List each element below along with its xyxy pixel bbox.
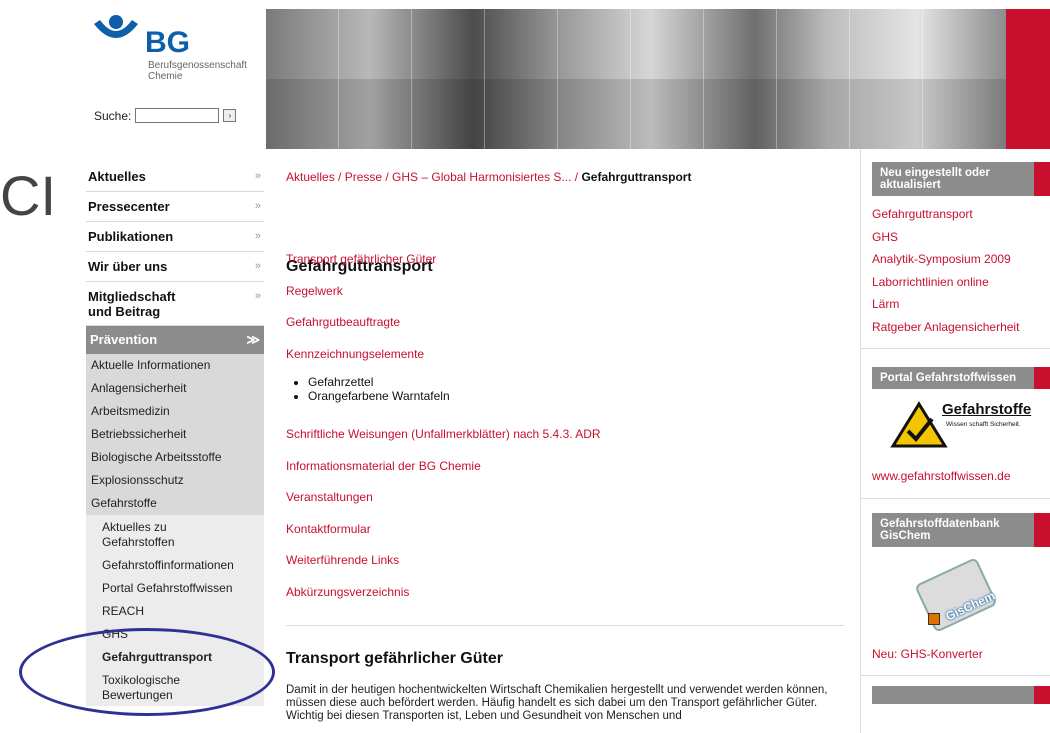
next-box-header <box>872 686 1050 704</box>
chevron-right-icon: » <box>254 200 261 212</box>
content-link[interactable]: Gefahrgutbeauftragte <box>286 315 601 347</box>
bg-logo[interactable]: BG Berufsgenossenschaft Chemie <box>88 14 253 84</box>
column-divider <box>860 149 861 733</box>
chevron-right-icon: » <box>254 290 261 302</box>
chevron-right-icon: » <box>254 230 261 242</box>
content-links: Transport gefährlicher Güter Regelwerk G… <box>286 252 601 616</box>
content-link[interactable]: Regelwerk <box>286 284 601 316</box>
nav-section-praevention[interactable]: Prävention ≫ <box>86 326 264 354</box>
bullet-item: Gefahrzettel <box>308 375 601 389</box>
nav-item-wir-ueber-uns[interactable]: Wir über uns» <box>86 252 264 282</box>
breadcrumb-path[interactable]: Aktuelles / Presse / GHS – Global Harmon… <box>286 170 581 184</box>
highlight-oval <box>19 628 275 716</box>
news-box-header: Neu eingestellt oder aktualisiert <box>872 162 1050 196</box>
right-column: Neu eingestellt oder aktualisiert Gefahr… <box>860 162 1050 704</box>
logo-subtitle: Berufsgenossenschaft Chemie <box>148 60 247 82</box>
overlay-text: CI <box>0 164 56 227</box>
chevron-right-icon: » <box>254 260 261 272</box>
warning-triangle-icon <box>890 401 948 448</box>
header-photo-banner <box>266 9 1006 149</box>
content-link[interactable]: Veranstaltungen <box>286 490 601 522</box>
portal-link[interactable]: www.gefahrstoffwissen.de <box>872 465 1050 488</box>
chevron-down-icon: ≫ <box>246 332 260 347</box>
gefahrstoffe-logo[interactable]: Gefahrstoffe Wissen schafft Sicherheit. <box>872 397 1050 455</box>
bg-logo-icon <box>94 15 138 38</box>
nav-item-aktuelles[interactable]: Aktuelles» <box>86 162 264 192</box>
content-link[interactable]: Transport gefährlicher Güter <box>286 252 601 284</box>
chevron-right-icon: » <box>254 170 261 182</box>
nav-sub-item[interactable]: Arbeitsmedizin <box>86 400 264 423</box>
search-label: Suche: <box>94 108 132 123</box>
content-link[interactable]: Kontaktformular <box>286 522 601 554</box>
search-bar: Suche: › <box>94 108 237 123</box>
news-link[interactable]: Ratgeber Anlagensicherheit <box>872 316 1050 339</box>
bullet-item: Orangefarbene Warntafeln <box>308 389 601 403</box>
nav-subsub-item[interactable]: REACH <box>86 599 264 622</box>
nav-sub-item[interactable]: Explosionsschutz <box>86 469 264 492</box>
portal-box-header: Portal Gefahrstoffwissen <box>872 367 1050 389</box>
news-link[interactable]: Lärm <box>872 293 1050 316</box>
content-link[interactable]: Weiterführende Links <box>286 553 601 585</box>
gefahrstoffe-logo-tag: Wissen schafft Sicherheit. <box>946 421 1021 428</box>
news-link[interactable]: Analytik-Symposium 2009 <box>872 248 1050 271</box>
nav-item-mitgliedschaft[interactable]: Mitgliedschaft und Beitrag» <box>86 282 264 326</box>
news-link[interactable]: Gefahrguttransport <box>872 203 1050 226</box>
gischem-box-header: Gefahrstoffdatenbank GisChem <box>872 512 1050 547</box>
nav-subsub-item[interactable]: Portal Gefahrstoffwissen <box>86 576 264 599</box>
nav-sub-item[interactable]: Aktuelle Informationen <box>86 354 264 377</box>
nav-item-pressecenter[interactable]: Pressecenter» <box>86 192 264 222</box>
content-link[interactable]: Schriftliche Weisungen (Unfallmerkblätte… <box>286 427 601 459</box>
bullet-list: Gefahrzettel Orangefarbene Warntafeln <box>308 375 601 403</box>
nav-subsub-item[interactable]: Aktuelles zu Gefahrstoffen <box>86 515 238 553</box>
nav-sub-item[interactable]: Anlagensicherheit <box>86 377 264 400</box>
gischem-logo[interactable]: GisChem <box>872 555 1050 643</box>
banner-accent <box>1006 9 1050 149</box>
content-link[interactable]: Informationsmaterial der BG Chemie <box>286 459 601 491</box>
main-content: Aktuelles / Presse / GHS – Global Harmon… <box>286 162 846 722</box>
news-link[interactable]: GHS <box>872 226 1050 249</box>
nav-item-publikationen[interactable]: Publikationen» <box>86 222 264 252</box>
nav-subsub-item[interactable]: Gefahrstoffinformationen <box>86 553 264 576</box>
nav-sub-item[interactable]: Biologische Arbeitsstoffe <box>86 446 264 469</box>
gefahrstoffe-logo-word: Gefahrstoffe <box>942 401 1032 418</box>
hazard-icon <box>928 612 940 625</box>
nav-sub-item[interactable]: Gefahrstoffe <box>86 492 264 515</box>
content-link[interactable]: Abkürzungsverzeichnis <box>286 585 601 617</box>
nav-sublist: Aktuelle Informationen Anlagensicherheit… <box>86 354 264 515</box>
logo-brand: BG <box>145 26 190 59</box>
content-link[interactable]: Kennzeichnungselemente <box>286 347 601 379</box>
nav-sub-item[interactable]: Betriebssicherheit <box>86 423 264 446</box>
section-title: Transport gefährlicher Güter <box>286 650 503 667</box>
search-input[interactable] <box>135 108 220 123</box>
news-links: Gefahrguttransport GHS Analytik-Symposiu… <box>872 203 1050 338</box>
section-paragraph: Damit in der heutigen hochentwickelten W… <box>286 684 828 722</box>
divider <box>286 625 844 626</box>
gischem-link[interactable]: Neu: GHS-Konverter <box>872 643 1050 666</box>
news-link[interactable]: Laborrichtlinien online <box>872 271 1050 294</box>
breadcrumb-current: Gefahrguttransport <box>581 170 692 184</box>
left-navigation: Aktuelles» Pressecenter» Publikationen» … <box>86 162 264 706</box>
breadcrumb: Aktuelles / Presse / GHS – Global Harmon… <box>286 170 846 184</box>
search-go-button[interactable]: › <box>223 109 237 122</box>
